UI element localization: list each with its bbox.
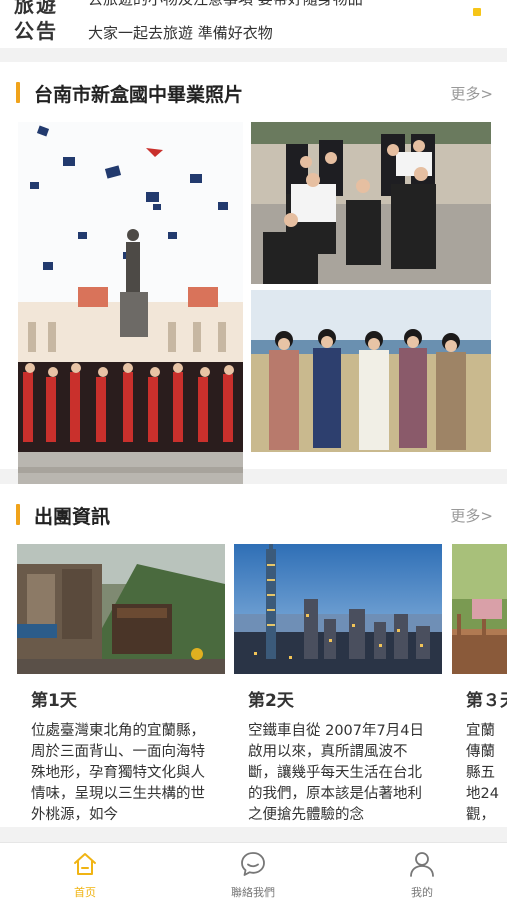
tab-contact[interactable]: 聯絡我們 [203, 843, 303, 900]
announcement-indicator [473, 8, 481, 16]
graduation-photo-main[interactable] [18, 122, 243, 511]
announcement-line-1[interactable]: 去旅遊的小物及注意事項 要帶好隨身物品 [88, 0, 363, 9]
tab-label: 首页 [74, 886, 96, 899]
trip-card-text: 位處臺灣東北角的宜蘭縣，周於三面背山、一面向海特殊地形，孕育獨特文化與人情味，呈… [31, 723, 205, 821]
trip-cards-carousel[interactable]: 第1天 位處臺灣東北角的宜蘭縣，周於三面背山、一面向海特殊地形，孕育獨特文化與人… [0, 544, 507, 827]
trip-card-text: 空鐵車自從 2007年7月4日啟用以來，真所謂風波不斷，讓幾乎每天生活在台北的我… [248, 723, 424, 821]
bottom-tab-bar: 首页 聯絡我們 我的 [0, 842, 507, 900]
tab-home[interactable]: 首页 [35, 843, 135, 900]
more-link[interactable]: 更多> [450, 83, 493, 104]
section-title: 出團資訊 [34, 506, 111, 528]
announcement-logo: 旅遊 公告 [14, 0, 58, 43]
user-icon [408, 850, 436, 878]
announcement-bar[interactable]: 旅遊公告 去旅遊的小物及注意事項 要帶好隨身物品 大家一起去旅遊 準備好衣物 [0, 0, 507, 48]
trip-card[interactable]: 第３天 宜蘭傳蘭縣五地24觀，在傳藝掃 [452, 544, 507, 827]
trip-card-day: 第1天 [31, 691, 77, 711]
trip-card-text: 宜蘭傳蘭縣五地24觀，在傳藝掃 [466, 723, 499, 821]
graduation-photo-beach[interactable] [251, 290, 491, 452]
announcement-line-2[interactable]: 大家一起去旅遊 準備好衣物 [88, 22, 273, 43]
section-title: 台南市新盒國中畢業照片 [34, 84, 244, 106]
section-header: 出團資訊 更多> [0, 484, 507, 544]
trip-card-day: 第2天 [248, 691, 294, 711]
trip-card[interactable]: 第1天 位處臺灣東北角的宜蘭縣，周於三面背山、一面向海特殊地形，孕育獨特文化與人… [17, 544, 225, 827]
tab-label: 聯絡我們 [231, 886, 275, 899]
section-header: 台南市新盒國中畢業照片 更多> [0, 62, 507, 122]
chat-bubble-icon [239, 850, 267, 878]
section-accent-bar [16, 504, 20, 525]
trip-card-day: 第３天 [466, 691, 507, 711]
trip-card-image [234, 544, 442, 674]
home-icon [71, 850, 99, 878]
section-accent-bar [16, 82, 20, 103]
trips-section: 出團資訊 更多> 第1天 位處臺灣東北角的宜蘭縣，周於三面背山、一面向海特殊地形… [0, 484, 507, 827]
more-link[interactable]: 更多> [450, 505, 493, 526]
trip-card-image [452, 544, 507, 674]
trip-card-image [17, 544, 225, 674]
graduation-photo-group[interactable] [251, 122, 491, 284]
trip-card[interactable]: 第2天 空鐵車自從 2007年7月4日啟用以來，真所謂風波不斷，讓幾乎每天生活在… [234, 544, 442, 827]
tab-profile[interactable]: 我的 [372, 843, 472, 900]
tab-label: 我的 [411, 886, 433, 899]
graduation-section: 台南市新盒國中畢業照片 更多> [0, 62, 507, 511]
